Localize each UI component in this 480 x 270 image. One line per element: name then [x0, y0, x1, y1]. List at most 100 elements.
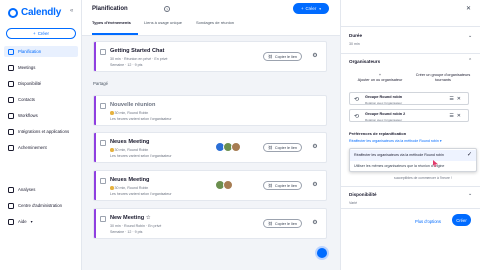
event-meta: 30 min, Round Robin — [110, 111, 148, 115]
add-organizer-button[interactable]: + Ajouter un ou organisateur — [355, 73, 405, 87]
admin-icon — [8, 202, 14, 209]
avatar — [231, 142, 241, 152]
event-title: Neues Meeting — [110, 177, 150, 183]
gear-icon[interactable]: ⚙ — [311, 219, 319, 227]
round-robin-dot-icon — [110, 186, 114, 190]
copy-link-button[interactable]: ⛓ Copier le lien — [263, 52, 302, 61]
plus-icon: + — [300, 6, 304, 11]
copy-link-button[interactable]: ⛓ Copier le lien — [263, 219, 302, 228]
link-icon: ⛓ — [268, 146, 273, 150]
select-checkbox[interactable] — [100, 49, 106, 55]
dropdown-option-label: Réaffecter les organisateurs via la méth… — [354, 153, 444, 157]
event-meta: 30 min · Round Robin · En privé — [110, 224, 162, 228]
double-chevron-left-icon[interactable]: « — [70, 8, 73, 14]
sidebar-item-planification[interactable]: Planification — [4, 46, 78, 57]
select-checkbox[interactable] — [100, 178, 106, 184]
brand-logo[interactable]: Calendly — [8, 7, 61, 18]
divider — [341, 186, 480, 187]
sidebar-item-help[interactable]: Aide ▾ — [4, 216, 78, 227]
event-card[interactable]: Getting Started Chat 30 min · Réunion en… — [93, 41, 327, 72]
rescheduling-dropdown-trigger[interactable]: Réaffecter les organisateurs via la méth… — [349, 139, 442, 143]
sidebar-item-workflows[interactable]: Workflows — [4, 110, 78, 121]
copy-link-button[interactable]: ⛓ Copier le lien — [263, 181, 302, 190]
round-robin-dot-icon — [110, 148, 114, 152]
link-icon: ⛓ — [268, 222, 273, 226]
sidebar-item-label: Aide — [18, 219, 27, 224]
star-icon[interactable]: ☆ — [146, 215, 151, 221]
sidebar-item-label: Disponibilité — [18, 81, 42, 86]
create-group-button[interactable]: Créer un groupe d'organisateurs tournant… — [413, 73, 473, 87]
close-icon[interactable]: ✕ — [457, 113, 464, 119]
chevron-up-icon[interactable]: ⌃ — [468, 58, 472, 64]
select-checkbox[interactable] — [100, 216, 106, 222]
dropdown-option-label: Utiliser les mêmes organisateurs que la … — [354, 164, 445, 168]
sidebar-item-label: Workflows — [18, 113, 38, 118]
dropdown-option[interactable]: Utiliser les mêmes organisateurs que la … — [350, 161, 476, 172]
round-robin-group[interactable]: ⟲ Groupe Round robin Rotation avec l'org… — [349, 92, 469, 105]
copy-link-button[interactable]: ⛓ Copier le lien — [263, 143, 302, 152]
event-meta-secondary: Les heures varient selon l'organisateur — [110, 154, 172, 158]
host-avatars — [215, 142, 241, 152]
sidebar-item-routing[interactable]: Acheminement — [4, 142, 78, 153]
availability-value: Varié — [349, 201, 358, 205]
calendar-icon — [8, 64, 14, 71]
create-button[interactable]: + Créer — [6, 28, 76, 39]
event-meta-text: 30 min, Round Robin — [114, 148, 149, 152]
rescheduling-dropdown-menu: Réaffecter les organisateurs via la méth… — [349, 148, 477, 172]
chevron-down-icon[interactable]: ⌄ — [468, 33, 472, 39]
add-organizer-label: Ajouter un ou organisateur — [357, 78, 403, 82]
gear-icon[interactable]: ⚙ — [311, 143, 319, 151]
close-icon[interactable]: ✕ — [466, 5, 471, 12]
more-options-link[interactable]: Plus d'options — [415, 219, 441, 224]
sliders-icon[interactable]: ☰ — [449, 113, 456, 119]
chevron-down-icon[interactable]: ⌄ — [468, 191, 472, 197]
select-checkbox[interactable] — [100, 140, 106, 146]
duration-heading[interactable]: Durée — [349, 33, 362, 38]
event-card[interactable]: Nouvelle réunion 30 min, Round Robin Les… — [93, 95, 327, 126]
gear-icon[interactable]: ⚙ — [311, 181, 319, 189]
save-button[interactable]: Créer — [452, 214, 471, 226]
sidebar-item-analytics[interactable]: Analyses — [4, 184, 78, 195]
sliders-icon[interactable]: ☰ — [449, 96, 456, 102]
tab-meeting-polls[interactable]: Sondages de réunion — [196, 20, 234, 25]
event-card[interactable]: New Meeting ☆ 30 min · Round Robin · En … — [93, 208, 327, 239]
event-title: Getting Started Chat — [110, 48, 165, 54]
event-color-bar — [94, 133, 96, 162]
help-icon[interactable]: ? — [164, 6, 170, 12]
new-button[interactable]: + Créer ▾ — [293, 3, 329, 14]
gear-icon[interactable]: ⚙ — [311, 52, 319, 60]
rescheduling-selected-value: Réaffecter les organisateurs via la méth… — [349, 139, 439, 143]
sidebar-item-label: Acheminement — [18, 145, 47, 150]
dropdown-option[interactable]: Réaffecter les organisateurs via la méth… — [350, 150, 476, 161]
event-card[interactable]: Neues Meeting 30 min, Round Robin Les he… — [93, 170, 327, 201]
sidebar-item-meetings[interactable]: Meetings — [4, 62, 78, 73]
brand-name: Calendly — [21, 7, 62, 18]
duration-value: 30 min — [349, 42, 360, 46]
event-types-list: Getting Started Chat 30 min · Réunion en… — [82, 36, 340, 270]
page-title: Planification — [92, 6, 128, 12]
contacts-icon — [8, 96, 14, 103]
sidebar-item-availability[interactable]: Disponibilité — [4, 78, 78, 89]
close-icon[interactable]: ✕ — [457, 96, 464, 102]
event-card[interactable]: Neues Meeting 30 min, Round Robin Les he… — [93, 132, 327, 163]
group-subtitle: Rotation avec l'organisateur — [365, 100, 403, 105]
sidebar-item-admin[interactable]: Centre d'administration — [4, 200, 78, 211]
link-icon: ⛓ — [268, 184, 273, 188]
tab-single-use-links[interactable]: Liens à usage unique — [144, 20, 182, 25]
round-robin-group[interactable]: ⟲ Groupe Round robin 2 Rotation avec l'o… — [349, 109, 469, 122]
availability-heading[interactable]: Disponibilité — [349, 192, 377, 197]
help-chat-button[interactable] — [315, 246, 329, 260]
chevron-down-icon: ▾ — [319, 6, 322, 11]
sidebar-item-label: Centre d'administration — [18, 203, 63, 208]
group-tools[interactable]: ☰✕ — [449, 96, 464, 102]
group-tools[interactable]: ☰✕ — [449, 113, 464, 119]
tab-event-types[interactable]: Types d'événements — [92, 20, 131, 25]
copy-link-label: Copier le lien — [274, 183, 297, 188]
sidebar-item-contacts[interactable]: Contacts — [4, 94, 78, 105]
sidebar-item-label: Contacts — [18, 97, 35, 102]
save-button-label: Créer — [456, 217, 467, 223]
link-icon — [8, 48, 14, 55]
select-checkbox[interactable] — [100, 103, 106, 109]
sidebar-item-integrations[interactable]: Intégrations et applications — [4, 126, 78, 137]
event-meta: 30 min, Round Robin — [110, 186, 148, 190]
